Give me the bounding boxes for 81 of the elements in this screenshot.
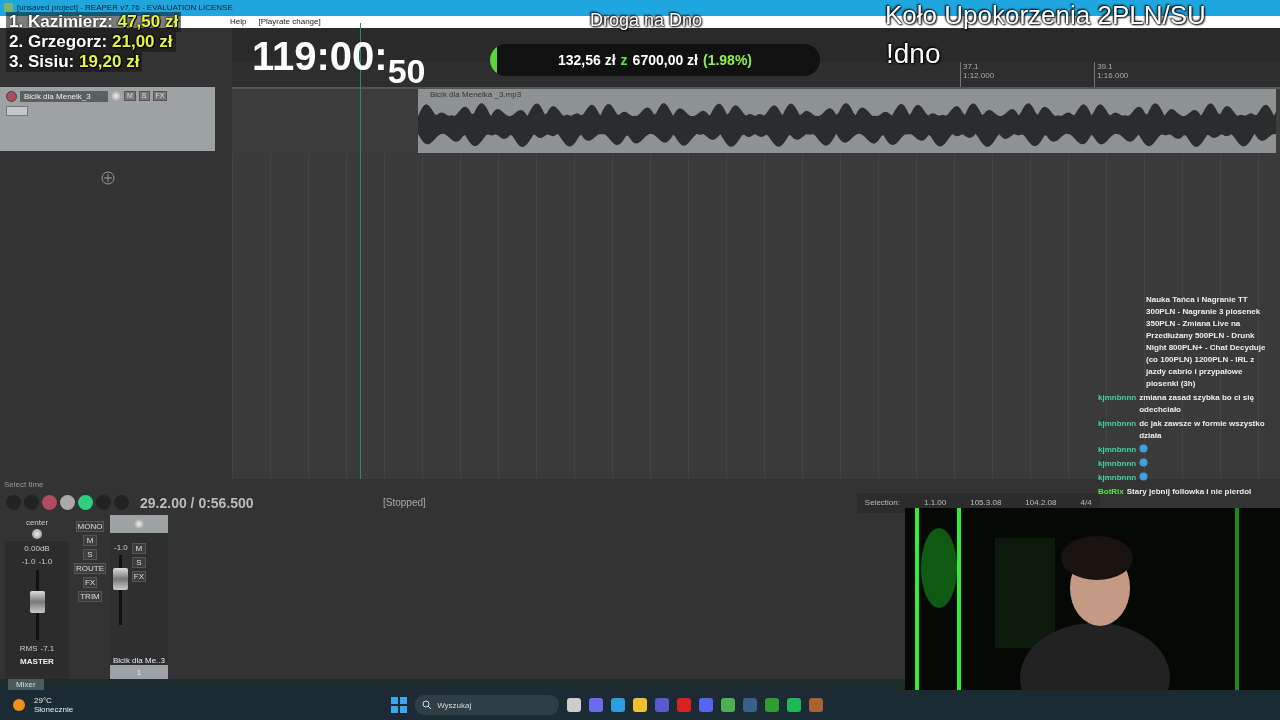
status-text: Select time <box>4 480 44 490</box>
trim-button[interactable] <box>6 105 28 116</box>
selection-value: Selection: <box>864 498 900 508</box>
countdown-seconds: 50 <box>387 52 426 91</box>
windows-icon[interactable] <box>391 697 408 714</box>
item-name: Bicik dla Menelka _3.mp3 <box>430 89 522 99</box>
taskbar-app-icon[interactable] <box>787 698 802 713</box>
stream-title: Droga na Dno <box>590 10 703 30</box>
chat-username: kjmnbnnn <box>1098 444 1137 456</box>
strip-button[interactable]: M <box>83 534 97 546</box>
mixer-tab[interactable]: Mixer <box>8 679 44 691</box>
volume-knob[interactable] <box>111 91 121 102</box>
chat-command: !dno <box>886 38 941 69</box>
play-button[interactable] <box>60 495 75 511</box>
record-button[interactable] <box>42 495 57 511</box>
time-position: 29.2.00 / 0:56.500 <box>140 494 255 511</box>
chat-username: kjmnbnnn <box>1098 392 1137 404</box>
taskbar-app-icon[interactable] <box>611 698 626 713</box>
search-icon <box>422 700 433 711</box>
leaderboard-entry: 3. Sisiu: 19,20 zł <box>6 52 143 72</box>
record-arm-button[interactable] <box>6 90 17 102</box>
rms-readout: -7.1 <box>40 643 55 653</box>
rms-label: RMS <box>19 643 38 653</box>
chat-message: Nauka Tańca i Nagranie TT 300PLN - Nagranie 3 piosenek 350PLN - Zmiana Live na Przedłużany 500PLN - Drunk Night 800PLN+ - Chat Decyduje (co 100PLN) 1200PLN - IRL z jazdy cabrio i przypałowe piosenki (3h) <box>1146 294 1267 390</box>
goal-separator: z <box>620 52 628 68</box>
taskbar-app-icon[interactable] <box>567 698 582 713</box>
selection-value: 4/4 <box>1080 498 1092 508</box>
peak-readout: -1.0 <box>38 556 53 566</box>
play-state: [Stopped] <box>383 497 426 509</box>
strip-button[interactable]: TRIM <box>78 590 102 602</box>
taskbar-app-icon[interactable] <box>721 698 736 713</box>
strip-button[interactable]: M <box>131 542 146 554</box>
sun-icon <box>12 698 26 713</box>
ruler-time: 1:12.000 <box>963 70 995 80</box>
strip-button[interactable]: S <box>83 548 97 560</box>
wheel-title: Koło Upokorzenia 2PLN/SU <box>885 0 1206 30</box>
strip-button[interactable]: MONO <box>75 520 105 532</box>
selection-value: 104.2.08 <box>1025 498 1057 508</box>
strip-button[interactable]: FX <box>82 576 98 588</box>
loop-button[interactable] <box>78 495 93 511</box>
countdown-timer: 119:00: <box>252 34 388 79</box>
pan-knob[interactable] <box>32 528 42 539</box>
chat-username: kjmnbnnn <box>1098 472 1137 484</box>
chat-username: kjmnbnnn <box>1098 418 1137 430</box>
weather-text: Słonecznie <box>34 705 74 715</box>
goal-target: 6700,00 zł <box>632 52 698 68</box>
temperature: 29°C <box>34 696 53 706</box>
strip-name: Bicik dla Me..3 <box>112 656 166 666</box>
menu-item[interactable]: Help <box>230 17 247 27</box>
strip-button[interactable]: S <box>131 556 146 568</box>
track-name[interactable]: Bicik dla Menelk_3 <box>20 90 108 102</box>
peak-readout: -1.0 <box>21 556 36 566</box>
strip-button[interactable]: FX <box>131 570 147 582</box>
chat-message: Stary jebnij followka i nie pierdol <box>1126 486 1252 498</box>
chat-message: dc jak zawsze w formie wszystko działa <box>1139 418 1266 442</box>
goal-raised: 132,56 zł <box>558 52 616 68</box>
taskbar-app-icon[interactable] <box>633 698 648 713</box>
menu-item[interactable]: [Playrate change] <box>258 17 321 27</box>
ruler-label: 37.1 <box>963 61 980 71</box>
app-icon <box>4 3 13 13</box>
taskbar-app-icon[interactable] <box>765 698 780 713</box>
search-field[interactable]: Wyszukaj <box>415 695 560 716</box>
goal-percent: (1.98%) <box>703 52 752 68</box>
chat-username: BotRix <box>1098 486 1124 498</box>
ruler-time: 1:16.000 <box>1097 70 1129 80</box>
pan-label: center <box>25 517 49 527</box>
leaderboard-entry: 2. Grzegorz: 21,00 zł <box>6 32 176 52</box>
selection-value: 1.1.00 <box>923 498 947 508</box>
ruler-label: 39.1 <box>1097 61 1114 71</box>
volume-readout: 0.00dB <box>24 543 50 553</box>
strip-button[interactable]: ROUTE <box>74 562 106 574</box>
media-item[interactable]: Bicik dla Menelka _3.mp3 <box>418 88 1276 153</box>
add-track-icon[interactable] <box>100 170 115 185</box>
selection-value: 105.3.08 <box>970 498 1002 508</box>
peak-readout: -1.0 <box>114 542 128 552</box>
strip-name: MASTER <box>20 656 54 666</box>
leaderboard-entry: 1. Kazimierz: 47,50 zł <box>6 12 182 32</box>
fader-thumb[interactable] <box>29 591 45 614</box>
chat-username: kjmnbnnn <box>1098 458 1137 470</box>
fader-thumb[interactable] <box>113 568 129 590</box>
window-title: [unsaved project] - REAPER v7.76 - EVALUATION LICENSE <box>17 3 233 13</box>
